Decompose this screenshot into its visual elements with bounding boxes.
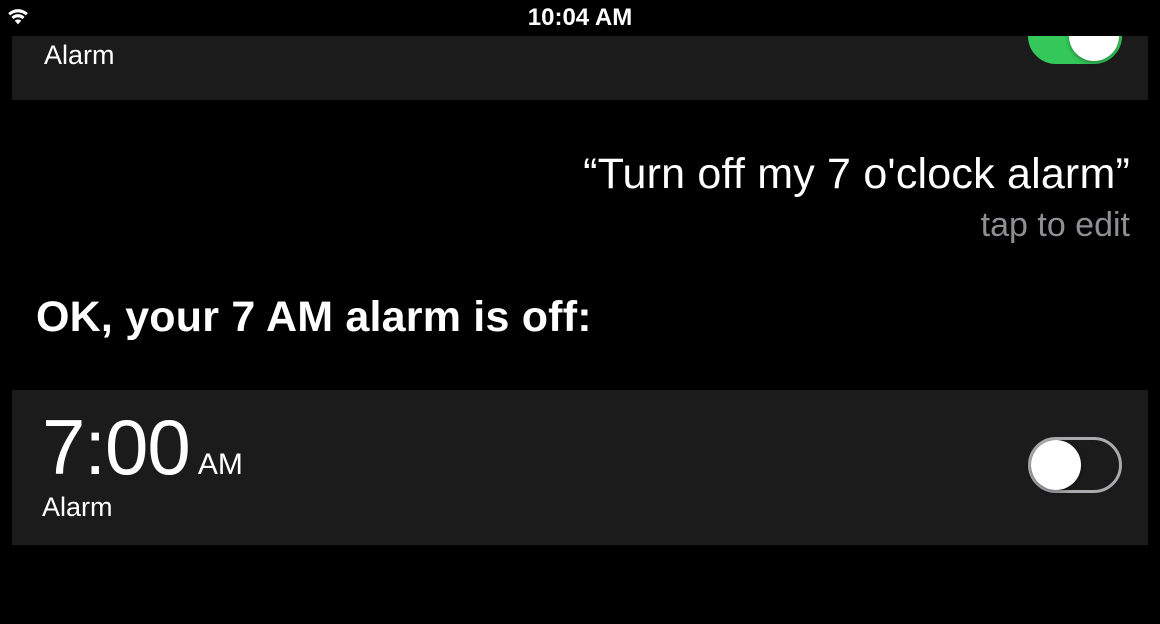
alarm-time: 7:00 xyxy=(42,408,190,486)
alarm-info: 7:00 AM Alarm xyxy=(42,408,243,523)
alarm-card[interactable]: 7:00 AM Alarm xyxy=(12,390,1148,545)
toggle-knob xyxy=(1069,36,1119,61)
status-time: 10:04 AM xyxy=(528,4,632,32)
alarm-toggle[interactable] xyxy=(1028,36,1122,64)
user-query-block: “Turn off my 7 o'clock alarm” tap to edi… xyxy=(12,148,1148,245)
status-bar: 10:04 AM xyxy=(0,0,1160,36)
alarm-ampm: AM xyxy=(198,448,243,482)
wifi-icon xyxy=(4,4,32,26)
previous-alarm-card[interactable]: Alarm xyxy=(12,36,1148,100)
previous-alarm-label: Alarm xyxy=(44,40,115,71)
alarm-label: Alarm xyxy=(42,492,243,523)
alarm-toggle[interactable] xyxy=(1028,437,1122,493)
tap-to-edit-hint[interactable]: tap to edit xyxy=(12,206,1130,245)
toggle-knob xyxy=(1031,440,1081,490)
user-query-text[interactable]: “Turn off my 7 o'clock alarm” xyxy=(12,148,1130,202)
siri-response-text: OK, your 7 AM alarm is off: xyxy=(36,293,1148,342)
